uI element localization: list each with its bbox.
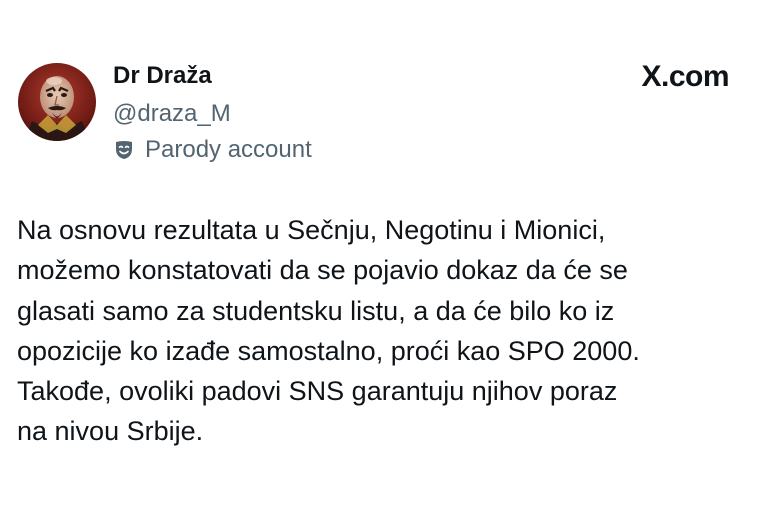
tweet-line: glasati samo za studentsku listu, a da ć… [17, 295, 615, 326]
avatar-image [18, 63, 96, 141]
post-card: Dr Draža @draza_M Parody account X.com N… [0, 0, 765, 510]
tweet-line: na nivou Srbije. [17, 416, 204, 447]
theater-mask-icon [113, 139, 135, 161]
tweet-text: Na osnovu rezultata u Sečnju, Negotinu i… [17, 210, 752, 452]
author-handle[interactable]: @draza_M [113, 100, 231, 128]
tweet-line: Na osnovu rezultata u Sečnju, Negotinu i… [17, 215, 606, 245]
tweet-line: Takođe, ovoliki padovi SNS garantuju nji… [17, 376, 618, 407]
parody-badge-label: Parody account [145, 136, 312, 163]
avatar[interactable] [18, 63, 96, 141]
x-com-logo: X.com [641, 60, 729, 93]
parody-badge: Parody account [113, 136, 312, 164]
tweet-line: opozicije ko izađe samostalno, proći kao… [17, 335, 640, 366]
author-display-name[interactable]: Dr Draža [113, 62, 212, 90]
tweet-line: možemo konstatovati da se pojavio dokaz … [17, 255, 628, 286]
